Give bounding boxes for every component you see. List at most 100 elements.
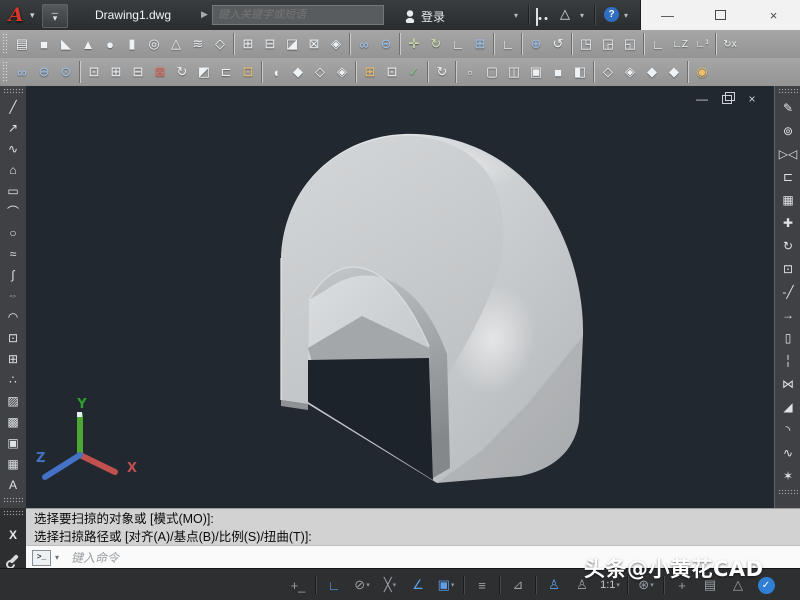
insert-block-button[interactable]: ⊡ xyxy=(1,327,25,348)
command-window-close-button[interactable]: X xyxy=(9,528,17,542)
pyramid-button[interactable]: △ xyxy=(165,32,187,56)
command-window-grip[interactable] xyxy=(3,510,23,516)
arc-button[interactable]: ⌒ xyxy=(1,201,25,222)
scale-button[interactable]: ⊡ xyxy=(776,257,800,280)
toolbar-grip[interactable] xyxy=(778,489,798,495)
color-edges-button[interactable]: ◈ xyxy=(331,60,353,84)
command-prompt-caret-icon[interactable]: ▾ xyxy=(55,553,59,562)
previous-ucs-button[interactable]: ↺ xyxy=(547,32,569,56)
help-caret-icon[interactable]: ▾ xyxy=(624,11,628,20)
circle-button[interactable]: ○ xyxy=(1,222,25,243)
offset-button[interactable]: ⊏ xyxy=(776,165,800,188)
move-gizmo-button[interactable]: ✛ xyxy=(403,32,425,56)
autodesk-360-caret-icon[interactable]: ▾ xyxy=(580,11,584,20)
viewport-close-button[interactable]: × xyxy=(744,91,760,107)
polar-tracking-button[interactable]: ⊘▾ xyxy=(348,573,376,597)
thicken-button[interactable]: ⊠ xyxy=(303,32,325,56)
origin-ucs-button[interactable]: ∟ xyxy=(647,32,669,56)
render-preset-medium-button[interactable]: ◆ xyxy=(641,60,663,84)
torus-button[interactable]: ◎ xyxy=(143,32,165,56)
revision-cloud-button[interactable]: ≈ xyxy=(1,243,25,264)
app-menu-button[interactable]: A xyxy=(2,1,30,29)
render-preset-high-button[interactable]: ◆ xyxy=(663,60,685,84)
isometric-drafting-button[interactable]: ╳▾ xyxy=(376,573,404,597)
erase-button[interactable]: ✎ xyxy=(776,96,800,119)
extend-button[interactable]: → xyxy=(776,303,800,326)
annotation-visibility-button[interactable]: ♙ xyxy=(540,573,568,597)
rectangle-button[interactable]: ▭ xyxy=(1,180,25,201)
spline-button[interactable]: ∫ xyxy=(1,264,25,285)
line-button[interactable]: ╱ xyxy=(1,96,25,117)
delete-faces-button[interactable]: ⊠ xyxy=(149,60,171,84)
explode-button[interactable]: ✶ xyxy=(776,464,800,487)
rotate-button[interactable]: ↻ xyxy=(776,234,800,257)
vs-wireframe-button[interactable]: ▢ xyxy=(481,60,503,84)
table-button[interactable]: ▦ xyxy=(1,453,25,474)
face-ucs-button[interactable]: ◳ xyxy=(575,32,597,56)
object-snap-button[interactable]: ▣▾ xyxy=(432,573,460,597)
world-ucs-button[interactable]: ⊕ xyxy=(525,32,547,56)
ortho-mode-button[interactable]: ∟ xyxy=(320,573,348,597)
search-input[interactable] xyxy=(213,9,373,21)
object-snap-caret-icon[interactable]: ▾ xyxy=(451,581,455,589)
hatch-button[interactable]: ▨ xyxy=(1,390,25,411)
subtract-button[interactable]: ⊖ xyxy=(375,32,397,56)
drawing-canvas[interactable]: — × xyxy=(26,86,774,508)
render-preset-low-button[interactable]: ◈ xyxy=(619,60,641,84)
render-preset-draft-button[interactable]: ◇ xyxy=(597,60,619,84)
chamfer-button[interactable]: ◢ xyxy=(776,395,800,418)
sphere-button[interactable]: ● xyxy=(99,32,121,56)
polygon-button[interactable]: ⌂ xyxy=(1,159,25,180)
toolbar-grip[interactable] xyxy=(778,88,798,94)
object-snap-tracking-button[interactable]: ∠ xyxy=(404,573,432,597)
subtract-button[interactable]: ⊖ xyxy=(33,60,55,84)
wedge-button[interactable]: ◣ xyxy=(55,32,77,56)
extrude-faces-button[interactable]: ⊡ xyxy=(83,60,105,84)
slice-button[interactable]: ◪ xyxy=(281,32,303,56)
multiline-text-button[interactable]: A xyxy=(1,474,25,495)
array-button[interactable]: ▦ xyxy=(776,188,800,211)
exchange-apps-button[interactable] xyxy=(536,8,538,26)
box-button[interactable]: ■ xyxy=(33,32,55,56)
minimize-button[interactable]: — xyxy=(653,3,683,27)
fillet-edge-button[interactable]: ◖ xyxy=(265,60,287,84)
blend-curves-button[interactable]: ∿ xyxy=(776,441,800,464)
sign-in-button[interactable]: 登录 xyxy=(404,8,445,25)
trim-button[interactable]: -╱ xyxy=(776,280,800,303)
polysolid-button[interactable]: ▤ xyxy=(11,32,33,56)
ucs-button[interactable]: ∟ xyxy=(497,32,519,56)
dynamic-input-button[interactable]: +_ xyxy=(284,573,312,597)
point-button[interactable]: ∴ xyxy=(1,369,25,390)
rotate-gizmo-button[interactable]: ↻ xyxy=(425,32,447,56)
copy-faces-button[interactable]: ⊟ xyxy=(127,60,149,84)
command-input-placeholder[interactable]: 键入命令 xyxy=(71,549,119,566)
toolbar-grip[interactable] xyxy=(3,88,23,94)
fillet-button[interactable]: ◝ xyxy=(776,418,800,441)
ellipse-button[interactable]: ○ xyxy=(1,289,25,302)
render-button[interactable]: ◉ xyxy=(691,60,713,84)
construction-line-button[interactable]: ↗ xyxy=(1,117,25,138)
break-button[interactable]: ╎ xyxy=(776,349,800,372)
toolbar-grip[interactable] xyxy=(3,497,23,503)
gradient-button[interactable]: ▩ xyxy=(1,411,25,432)
restore-button[interactable] xyxy=(706,3,736,27)
convert-to-solid-button[interactable]: ◈ xyxy=(325,32,347,56)
isometric-drafting-caret-icon[interactable]: ▾ xyxy=(393,581,397,589)
imprint-button[interactable]: ⊟ xyxy=(259,32,281,56)
join-button[interactable]: ⋈ xyxy=(776,372,800,395)
planar-surface-button[interactable]: ◇ xyxy=(209,32,231,56)
autodesk-360-button[interactable]: △ xyxy=(560,6,570,22)
chamfer-edge-button[interactable]: ◆ xyxy=(287,60,309,84)
union-button[interactable]: ∞ xyxy=(11,60,33,84)
view-ucs-button[interactable]: ◱ xyxy=(619,32,641,56)
live-section-button[interactable]: ↻ xyxy=(431,60,453,84)
3d-array-button[interactable]: ⊞ xyxy=(469,32,491,56)
region-button[interactable]: ▣ xyxy=(1,432,25,453)
extract-edges-button[interactable]: ∟ xyxy=(447,32,469,56)
viewport-minimize-button[interactable]: — xyxy=(694,91,710,107)
polyline-button[interactable]: ∿ xyxy=(1,138,25,159)
sign-in-caret-icon[interactable]: ▾ xyxy=(514,11,518,20)
break-at-point-button[interactable]: ▯ xyxy=(776,326,800,349)
shell-button[interactable]: ⊡ xyxy=(381,60,403,84)
cylinder-button[interactable]: ▮ xyxy=(121,32,143,56)
